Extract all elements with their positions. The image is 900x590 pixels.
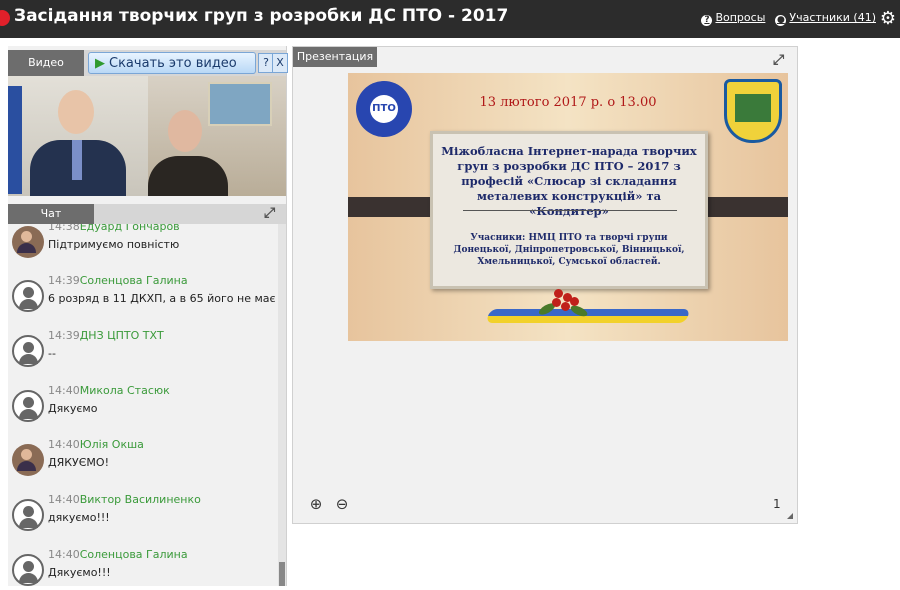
download-label: Скачать это видео [109, 56, 237, 71]
wall-map [208, 82, 272, 126]
tab-chat[interactable]: Чат [8, 204, 94, 224]
message-author: Соленцова Галина [79, 548, 188, 561]
message-author: Юлія Окша [79, 438, 144, 451]
participants-link[interactable]: ● Участники (41) [775, 11, 876, 26]
speaker-2-head [168, 110, 202, 152]
chat-message: 14:38Едуард Гончаров Підтримуємо повніст… [8, 224, 278, 270]
message-meta: 14:38Едуард Гончаров [48, 224, 180, 233]
message-meta: 14:40Юлія Окша [48, 438, 144, 451]
gear-icon[interactable]: ⚙ [880, 8, 896, 29]
participants-label: Участники (41) [789, 11, 876, 24]
slide-title: Міжобласна Інтернет-нарада творчих груп … [441, 144, 697, 218]
zoom-in-icon[interactable]: ⊕ [307, 495, 325, 513]
message-time: 14:40 [48, 438, 80, 451]
message-meta: 14:39Соленцова Галина [48, 274, 188, 287]
message-meta: 14:40Соленцова Галина [48, 548, 188, 561]
slide-band-left [348, 197, 434, 217]
avatar [12, 444, 44, 476]
city-emblem [724, 79, 782, 143]
message-time: 14:38 [48, 224, 80, 233]
zoom-out-icon[interactable]: ⊖ [333, 495, 351, 513]
message-text: Дякуємо [48, 402, 98, 415]
close-video-button[interactable]: X [272, 53, 288, 73]
chat-message: 14:40Виктор Василиненко дякуємо!!! [8, 493, 278, 543]
questions-link[interactable]: ? Вопросы [701, 11, 765, 26]
message-meta: 14:39ДНЗ ЦПТО ТХТ [48, 329, 164, 342]
message-time: 14:40 [48, 493, 80, 506]
message-author: Едуард Гончаров [79, 224, 180, 233]
chat-message: 14:39Соленцова Галина 6 розряд в 11 ДКХП… [8, 274, 278, 324]
page-number: 1 [773, 497, 781, 511]
video-header: Видео ▶ Скачать это видео ? X [8, 50, 288, 76]
record-indicator-icon [0, 10, 10, 26]
message-time: 14:40 [48, 384, 80, 397]
header-links: ? Вопросы ● Участники (41) [701, 11, 876, 26]
chat-scroll-thumb[interactable] [279, 562, 285, 586]
message-text: 6 розряд в 11 ДКХП, а в 65 його не має [48, 292, 276, 305]
play-icon: ▶ [95, 56, 105, 71]
avatar [12, 335, 44, 367]
download-video-button[interactable]: ▶ Скачать это видео [88, 52, 256, 74]
chat-scrollbar[interactable] [278, 224, 286, 586]
tab-video[interactable]: Видео [8, 50, 84, 76]
slide-title-card: Міжобласна Інтернет-нарада творчих груп … [430, 131, 708, 289]
berry [554, 289, 563, 298]
camera-feed-1 [8, 76, 148, 196]
avatar [12, 554, 44, 586]
tab-presentation[interactable]: Презентация [293, 47, 377, 67]
slide-divider [463, 210, 677, 211]
message-time: 14:40 [48, 548, 80, 561]
resize-handle-icon[interactable] [787, 513, 793, 519]
expand-icon[interactable]: ⤢ [773, 53, 787, 67]
video-stream[interactable] [8, 76, 286, 196]
chat-message: 14:40Юлія Окша ДЯКУЄМО! [8, 438, 278, 488]
message-meta: 14:40Микола Стасюк [48, 384, 170, 397]
speaker-1-head [58, 90, 94, 134]
eye-icon: ● [775, 15, 787, 26]
avatar [12, 280, 44, 312]
avatar [12, 226, 44, 258]
questions-label: Вопросы [715, 11, 766, 24]
speaker-2-body [148, 156, 228, 196]
chat-messages[interactable]: 14:38Едуард Гончаров Підтримуємо повніст… [8, 224, 278, 586]
ribbon-decoration [485, 309, 691, 323]
message-text: Підтримуємо повністю [48, 238, 180, 251]
berry [561, 302, 570, 311]
avatar [12, 390, 44, 422]
message-text: дякуємо!!! [48, 511, 110, 524]
viburnum-decoration [537, 287, 589, 319]
slide-participants: Учасники: НМЦ ПТО та творчі групи Донець… [453, 233, 685, 267]
message-text: ДЯКУЄМО! [48, 456, 109, 469]
berry [552, 298, 561, 307]
chat-message: 14:40Соленцова Галина Дякуємо!!! [8, 548, 278, 586]
avatar [12, 499, 44, 531]
speaker-1-tie [72, 140, 82, 180]
meeting-title: Засідання творчих груп з розробки ДС ПТО… [14, 6, 509, 26]
message-author: Виктор Василиненко [79, 493, 201, 506]
chat-message: 14:40Микола Стасюк Дякуємо [8, 384, 278, 434]
question-circle-icon: ? [701, 15, 713, 26]
presentation-panel: Презентация ⤢ ПТО 13 лютого 2017 р. о 13… [292, 46, 798, 524]
berry [570, 297, 579, 306]
expand-icon[interactable]: ⤢ [264, 206, 278, 220]
slide-date: 13 лютого 2017 р. о 13.00 [479, 95, 657, 110]
message-meta: 14:40Виктор Василиненко [48, 493, 201, 506]
leaf [569, 303, 589, 319]
chat-message: 14:39ДНЗ ЦПТО ТХТ -- [8, 329, 278, 379]
presentation-slide: ПТО 13 лютого 2017 р. о 13.00 Міжобласна… [348, 73, 788, 341]
message-author: Микола Стасюк [79, 384, 170, 397]
message-text: Дякуємо!!! [48, 566, 111, 579]
message-author: ДНЗ ЦПТО ТХТ [79, 329, 164, 342]
message-author: Соленцова Галина [79, 274, 188, 287]
message-time: 14:39 [48, 329, 80, 342]
slide-band-right [702, 197, 788, 217]
message-text: -- [48, 347, 56, 360]
message-time: 14:39 [48, 274, 80, 287]
top-bar: Засідання творчих груп з розробки ДС ПТО… [0, 0, 900, 38]
flag [8, 86, 22, 194]
left-panel: Видео ▶ Скачать это видео ? X Чат ⤢ 14:38… [8, 46, 288, 586]
chat-header: Чат ⤢ [8, 204, 286, 224]
